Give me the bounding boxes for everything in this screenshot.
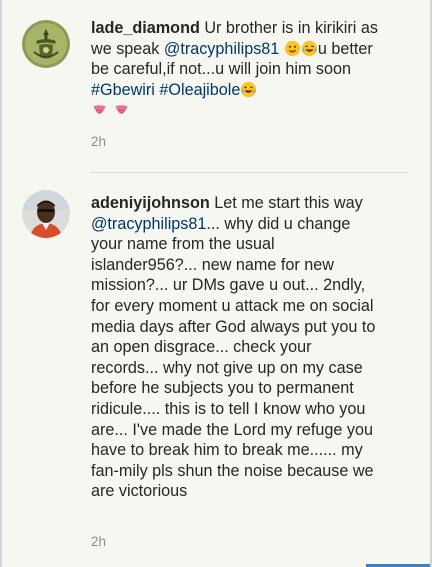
comment-thread: lade_diamond Ur brother is in kirikiri a… bbox=[0, 0, 432, 567]
hashtag-link[interactable]: #Gbewiri bbox=[91, 81, 155, 99]
laughing-emoji-icon bbox=[240, 81, 257, 98]
tongue-emoji-icon bbox=[113, 101, 130, 118]
grinning-emoji-icon bbox=[284, 40, 301, 57]
comment-username[interactable]: adeniyijohnson bbox=[91, 194, 210, 212]
comment-timestamp: 2h bbox=[91, 534, 107, 549]
profile-photo-icon bbox=[22, 20, 70, 68]
comment-text: ... why did u change your name from the … bbox=[91, 214, 376, 501]
avatar[interactable] bbox=[22, 20, 70, 68]
mention-link[interactable]: @tracyphilips81 bbox=[164, 40, 279, 58]
comment-timestamp: 2h bbox=[91, 134, 107, 149]
comment-text: Let me start this way bbox=[214, 194, 363, 212]
laughing-emoji-icon bbox=[301, 40, 318, 57]
tongue-emoji-icon bbox=[91, 101, 108, 118]
comment-username[interactable]: lade_diamond bbox=[91, 19, 200, 37]
comment-body: adeniyijohnson Let me start this way @tr… bbox=[91, 193, 381, 502]
hashtag-link[interactable]: #Oleajibole bbox=[159, 81, 240, 99]
avatar[interactable] bbox=[22, 190, 70, 238]
profile-photo-icon bbox=[22, 190, 70, 238]
mention-link[interactable]: @tracyphilips81 bbox=[91, 215, 206, 233]
divider bbox=[90, 172, 408, 173]
comment-body: lade_diamond Ur brother is in kirikiri a… bbox=[91, 18, 381, 121]
